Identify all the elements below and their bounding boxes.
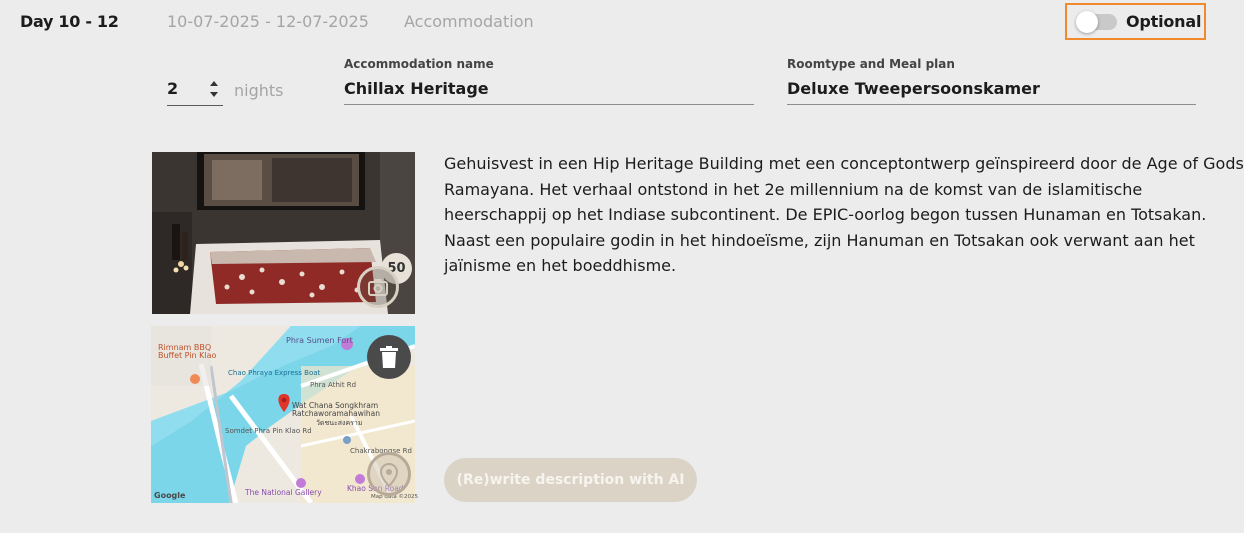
accommodation-name-label: Accommodation name	[344, 57, 494, 71]
optional-label: Optional	[1126, 12, 1202, 31]
day-label: Day 10 - 12	[20, 12, 119, 31]
map-label-boat: Chao Phraya Express Boat	[228, 369, 321, 377]
roomtype-value: Deluxe Tweepersoonskamer	[787, 79, 1040, 98]
map-label-road1: Phra Athit Rd	[310, 381, 357, 389]
roomtype-label: Roomtype and Meal plan	[787, 57, 955, 71]
toggle-knob	[1076, 10, 1098, 33]
nights-label: nights	[234, 81, 284, 100]
accommodation-description: Gehuisvest in een Hip Heritage Building …	[444, 154, 1244, 275]
nights-value: 2	[167, 79, 179, 98]
map-label-temple: Wat Chana Songkhram Ratchaworamahawihan	[292, 401, 381, 418]
map-label-thai: วัดชนะสงคราม	[316, 419, 363, 427]
map-label-road2: Somdet Phra Pin Klao Rd	[225, 427, 312, 435]
optional-toggle-container[interactable]: Optional	[1065, 3, 1206, 40]
date-range: 10-07-2025 - 12-07-2025	[167, 12, 369, 31]
rewrite-ai-button[interactable]: (Re)write description with AI	[444, 458, 697, 502]
map-label-fort: Phra Sumen Fort	[286, 336, 353, 345]
nights-control: 2 nights	[167, 76, 284, 106]
accommodation-name-value: Chillax Heritage	[344, 79, 489, 98]
map-google-logo: Google	[154, 491, 186, 500]
nights-stepper[interactable]: 2	[167, 76, 223, 106]
camera-icon[interactable]	[357, 266, 399, 308]
roomtype-field[interactable]: Roomtype and Meal plan Deluxe Tweepersoo…	[787, 57, 1196, 105]
map-label-restaurant: Rimnam BBQ Buffet Pin Klao	[158, 343, 217, 360]
accommodation-name-field[interactable]: Accommodation name Chillax Heritage	[344, 57, 754, 105]
optional-toggle[interactable]	[1076, 10, 1117, 33]
stepper-arrows-icon[interactable]	[209, 81, 219, 99]
trash-icon[interactable]	[367, 335, 411, 379]
map-data-attribution: Map data ©2025	[371, 494, 418, 500]
map-pin-icon[interactable]	[367, 452, 411, 496]
item-type: Accommodation	[404, 12, 534, 31]
map-label-gallery: The National Gallery	[245, 488, 322, 497]
